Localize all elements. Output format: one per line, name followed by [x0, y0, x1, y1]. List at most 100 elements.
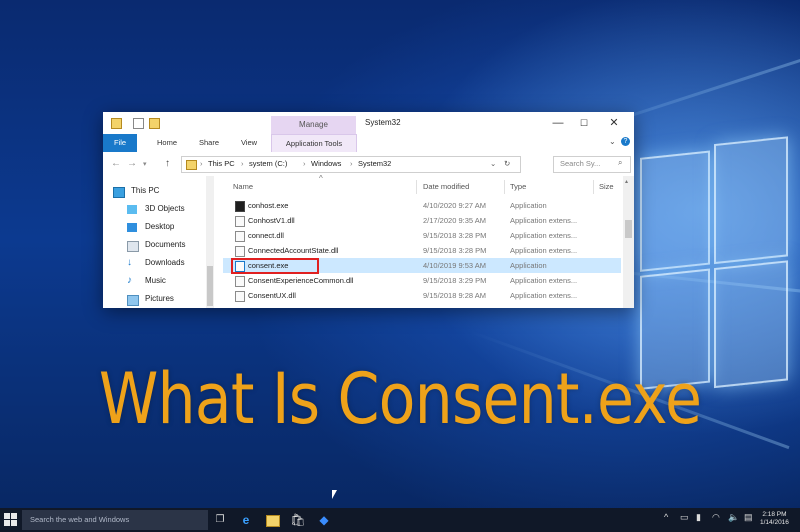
file-row[interactable]: connect.dll 9/15/2018 3:28 PM Applicatio…	[223, 228, 621, 243]
taskbar-clock[interactable]: 2:18 PM 1/14/2016	[760, 511, 789, 527]
nav-item-desktop[interactable]: Desktop	[127, 220, 217, 236]
nav-scrollbar[interactable]	[206, 176, 214, 308]
column-header-type[interactable]: Type	[510, 182, 526, 191]
manage-contextual-tab[interactable]: Manage	[271, 116, 356, 134]
nav-item-documents[interactable]: Documents	[127, 238, 217, 254]
breadcrumb-separator: ›	[350, 159, 353, 168]
tab-view[interactable]: View	[235, 134, 263, 152]
taskbar-search-box[interactable]: Search the web and Windows	[22, 510, 208, 530]
tray-chevron-icon[interactable]: ^	[664, 512, 668, 522]
back-arrow-icon[interactable]: ←	[111, 158, 121, 169]
network-icon[interactable]: ▭	[680, 512, 689, 523]
search-icon[interactable]: ⌕	[618, 158, 622, 168]
file-row[interactable]: ConnectedAccountState.dll 9/15/2018 3:28…	[223, 243, 621, 258]
address-bar[interactable]: › This PC › system (C:) › Windows › Syst…	[181, 156, 521, 173]
close-button[interactable]: ✕	[603, 115, 625, 131]
exe-file-icon	[235, 201, 245, 212]
file-row[interactable]: ConhostV1.dll 2/17/2020 9:35 AM Applicat…	[223, 213, 621, 228]
file-explorer-window: Manage System32 — ☐ ✕ File Home Share Vi…	[103, 112, 634, 308]
edge-browser-icon[interactable]: e	[238, 512, 254, 528]
help-icon[interactable]: ?	[621, 137, 630, 146]
taskbar: Search the web and Windows ❐ e 🛍 ◆ ^ ▭ ▮…	[0, 508, 800, 532]
new-folder-icon[interactable]	[149, 118, 160, 129]
search-placeholder: Search Sy...	[560, 159, 601, 168]
recent-locations-icon[interactable]: ▾	[143, 160, 147, 168]
tab-share[interactable]: Share	[193, 134, 225, 152]
download-icon: ↓	[127, 257, 132, 268]
computer-icon	[113, 187, 125, 198]
tab-file[interactable]: File	[103, 134, 137, 152]
nav-item-this-pc[interactable]: This PC	[113, 184, 203, 200]
breadcrumb-this-pc[interactable]: This PC	[208, 159, 235, 168]
dll-file-icon	[235, 231, 245, 242]
store-icon[interactable]: 🛍	[290, 512, 306, 528]
file-row[interactable]: ConsentExperienceCommon.dll 9/15/2018 3:…	[223, 273, 621, 288]
address-row: ← → ▾ ↑ › This PC › system (C:) › Window…	[103, 152, 634, 176]
file-list-scrollbar[interactable]: ▴	[623, 176, 634, 308]
navigation-pane: This PC 3D Objects Desktop Documents ↓ D…	[103, 176, 209, 308]
breadcrumb-system32[interactable]: System32	[358, 159, 391, 168]
clock-time: 2:18 PM	[762, 511, 787, 518]
mouse-cursor-icon	[332, 490, 337, 499]
scroll-up-icon[interactable]: ▴	[625, 178, 628, 185]
scrollbar-thumb[interactable]	[625, 220, 632, 238]
column-divider[interactable]	[504, 180, 505, 194]
music-icon: ♪	[127, 275, 132, 286]
cube-icon	[127, 205, 137, 214]
folder-icon[interactable]	[111, 118, 122, 129]
column-divider[interactable]	[593, 180, 594, 194]
nav-item-downloads[interactable]: ↓ Downloads	[127, 256, 217, 272]
scrollbar-thumb[interactable]	[207, 266, 213, 306]
action-center-icon[interactable]: ▤	[744, 512, 753, 523]
ribbon-tabs: File Home Share View Application Tools ⌄…	[103, 134, 634, 153]
column-header-size[interactable]: Size	[599, 182, 614, 191]
breadcrumb-separator: ›	[241, 159, 244, 168]
column-divider[interactable]	[416, 180, 417, 194]
highlight-annotation-box	[231, 258, 319, 274]
volume-icon[interactable]: 🔈	[728, 512, 739, 523]
dll-file-icon	[235, 246, 245, 257]
address-dropdown-icon[interactable]: ⌄	[490, 159, 496, 168]
title-bar: Manage System32 — ☐ ✕	[103, 112, 634, 134]
headline-title: What Is Consent.exe	[98, 358, 702, 440]
wifi-icon[interactable]: ◠	[712, 512, 720, 523]
file-row[interactable]: ConsentUX.dll 9/15/2018 9:28 AM Applicat…	[223, 288, 621, 303]
tab-application-tools[interactable]: Application Tools	[271, 134, 357, 153]
taskbar-search-placeholder: Search the web and Windows	[30, 515, 130, 524]
refresh-icon[interactable]: ↻	[504, 159, 510, 168]
column-header-name[interactable]: Name	[233, 182, 253, 191]
dll-file-icon	[235, 216, 245, 227]
column-header-date-modified[interactable]: Date modified	[423, 182, 469, 191]
forward-arrow-icon[interactable]: →	[127, 158, 137, 169]
breadcrumb-system-c[interactable]: system (C:)	[249, 159, 287, 168]
search-input[interactable]: Search Sy... ⌕	[553, 156, 631, 173]
minimize-button[interactable]: —	[547, 115, 569, 131]
task-view-icon[interactable]: ❐	[212, 512, 228, 528]
nav-item-pictures[interactable]: Pictures	[127, 292, 217, 308]
desktop-icon	[127, 223, 137, 232]
documents-icon	[127, 241, 139, 252]
battery-icon[interactable]: ▮	[696, 512, 701, 523]
folder-icon	[186, 160, 197, 170]
breadcrumb-separator: ›	[200, 159, 203, 168]
file-explorer-icon[interactable]	[264, 512, 280, 528]
breadcrumb-windows[interactable]: Windows	[311, 159, 341, 168]
sort-ascending-icon: ^	[319, 174, 323, 183]
tab-home[interactable]: Home	[151, 134, 183, 152]
properties-icon[interactable]	[133, 118, 144, 129]
window-title: System32	[365, 118, 401, 127]
file-row[interactable]: conhost.exe 4/10/2020 9:27 AM Applicatio…	[223, 198, 621, 213]
up-arrow-icon[interactable]: ↑	[165, 158, 170, 169]
nav-item-music[interactable]: ♪ Music	[127, 274, 217, 290]
chevron-down-icon[interactable]: ⌄	[609, 137, 616, 146]
nav-item-3d-objects[interactable]: 3D Objects	[127, 202, 217, 218]
clock-date: 1/14/2016	[760, 519, 789, 526]
dropbox-icon[interactable]: ◆	[316, 512, 332, 528]
breadcrumb-separator: ›	[303, 159, 306, 168]
windows-start-icon[interactable]	[4, 513, 18, 527]
pictures-icon	[127, 295, 139, 306]
dll-file-icon	[235, 291, 245, 302]
dll-file-icon	[235, 276, 245, 287]
file-list: ^ Name Date modified Type Size conhost.e…	[223, 174, 623, 308]
maximize-button[interactable]: ☐	[573, 115, 595, 131]
